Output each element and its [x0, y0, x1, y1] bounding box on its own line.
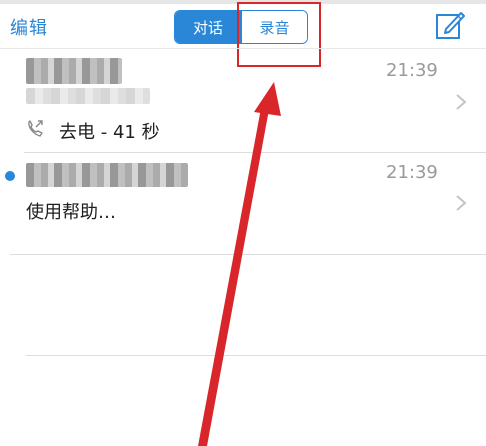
blurred-contact-name — [26, 163, 188, 187]
chevron-right-icon — [456, 195, 467, 211]
blurred-contact-name — [26, 58, 122, 84]
nav-divider — [0, 48, 486, 49]
call-detail: 去电 - 41 秒 — [59, 122, 160, 143]
unread-dot — [5, 171, 15, 181]
segment-conversations[interactable]: 对话 — [175, 11, 241, 43]
chevron-right-icon — [456, 94, 467, 110]
row-time: 21:39 — [386, 162, 438, 183]
edit-button[interactable]: 编辑 — [10, 14, 48, 40]
outgoing-call-icon — [28, 120, 43, 137]
row-divider — [24, 152, 486, 153]
row-divider — [26, 355, 486, 356]
compose-icon — [436, 12, 465, 39]
blurred-contact-detail — [26, 88, 150, 104]
compose-button[interactable] — [434, 8, 466, 42]
message-preview: 使用帮助… — [26, 202, 116, 223]
row-time: 21:39 — [386, 60, 438, 81]
annotation-highlight-box — [237, 2, 321, 67]
screen: 编辑 对话 录音 21:39 去电 - 41 秒 21:39 使用帮助… — [0, 0, 486, 446]
row-divider — [10, 254, 486, 255]
